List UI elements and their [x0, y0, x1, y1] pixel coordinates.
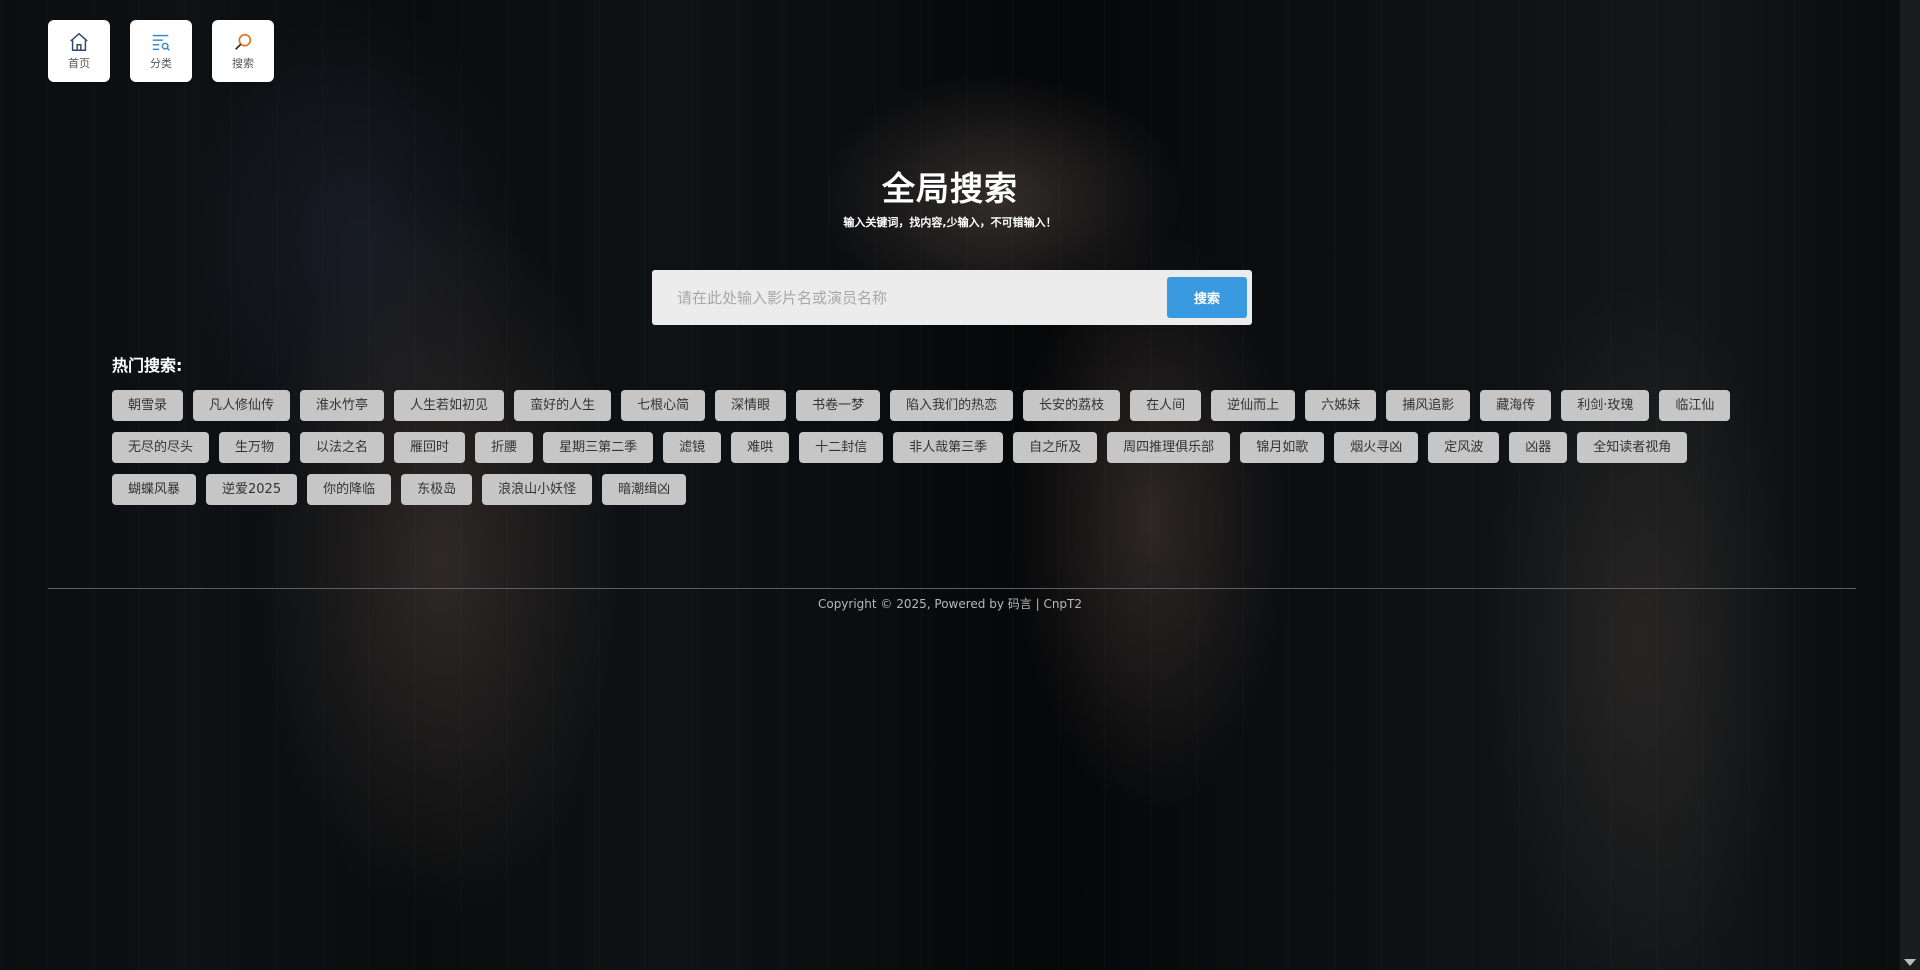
hot-search-tag[interactable]: 蝴蝶风暴 — [112, 474, 197, 505]
hot-search-tag[interactable]: 淮水竹亭 — [300, 390, 385, 421]
hot-search-tag[interactable]: 星期三第二季 — [543, 432, 654, 463]
hot-search-tag[interactable]: 深情眼 — [715, 390, 787, 421]
hot-search-tag[interactable]: 捕风追影 — [1386, 390, 1471, 421]
hot-search-tag[interactable]: 锦月如歌 — [1240, 432, 1325, 463]
hot-search-tag[interactable]: 暗潮缉凶 — [602, 474, 687, 505]
hot-search-tag[interactable]: 在人间 — [1130, 390, 1202, 421]
hot-search-tags: 朝雪录 凡人修仙传 淮水竹亭 人生若如初见 蛮好的人生 七根心简 深情眼 书卷一梦 陷入我们的热… — [112, 390, 1752, 505]
nav-home-label: 首页 — [68, 57, 90, 70]
top-nav: 首页 分类 搜索 — [48, 20, 274, 82]
scroll-down-arrow-icon[interactable] — [1904, 959, 1916, 966]
nav-search-button[interactable]: 搜索 — [212, 20, 274, 82]
hot-search-tag[interactable]: 七根心简 — [621, 390, 706, 421]
hot-search-tag[interactable]: 难哄 — [731, 432, 790, 463]
hot-search-tag[interactable]: 临江仙 — [1659, 390, 1731, 421]
hot-search-tag[interactable]: 十二封信 — [799, 432, 884, 463]
hot-search-tag[interactable]: 朝雪录 — [112, 390, 184, 421]
hot-search-tag[interactable]: 人生若如初见 — [394, 390, 505, 421]
hot-search-tag[interactable]: 六姊妹 — [1305, 390, 1377, 421]
hot-search-tag[interactable]: 逆爱2025 — [206, 474, 298, 505]
hot-search-tag[interactable]: 非人哉第三季 — [893, 432, 1004, 463]
nav-category-label: 分类 — [150, 57, 172, 70]
hot-search-tag[interactable]: 折腰 — [475, 432, 534, 463]
hot-search-tag[interactable]: 雁回时 — [394, 432, 466, 463]
hot-search-tag[interactable]: 以法之名 — [300, 432, 385, 463]
hot-search-tag[interactable]: 定风波 — [1428, 432, 1500, 463]
hot-search-tag[interactable]: 自之所及 — [1013, 432, 1098, 463]
hot-search-tag[interactable]: 凶器 — [1509, 432, 1568, 463]
search-box: 搜索 — [652, 270, 1252, 325]
search-input[interactable] — [652, 270, 1152, 325]
hot-search-tag[interactable]: 逆仙而上 — [1211, 390, 1296, 421]
hot-search-tag[interactable]: 你的降临 — [307, 474, 392, 505]
home-icon — [70, 32, 88, 51]
scrollbar[interactable] — [1900, 0, 1920, 970]
copyright-text: Copyright © 2025, Powered by 码言 | CnpT2 — [817, 597, 1083, 611]
hot-search-tag[interactable]: 长安的荔枝 — [1023, 390, 1121, 421]
hot-search-tag[interactable]: 滤镜 — [663, 432, 722, 463]
hot-search-tag[interactable]: 无尽的尽头 — [112, 432, 210, 463]
hot-search-tag[interactable]: 凡人修仙传 — [193, 390, 291, 421]
hot-search-tag[interactable]: 东极岛 — [401, 474, 473, 505]
footer-divider — [48, 588, 1856, 589]
nav-search-label: 搜索 — [232, 57, 254, 70]
hot-search-tag[interactable]: 陷入我们的热恋 — [890, 390, 1014, 421]
hot-search-tag[interactable]: 蛮好的人生 — [514, 390, 612, 421]
nav-category-button[interactable]: 分类 — [130, 20, 192, 82]
search-button[interactable]: 搜索 — [1167, 277, 1247, 318]
page-title: 全局搜索 — [882, 169, 1018, 208]
nav-home-button[interactable]: 首页 — [48, 20, 110, 82]
hot-search-tag[interactable]: 周四推理俱乐部 — [1107, 432, 1231, 463]
hot-search-tag[interactable]: 全知读者视角 — [1577, 432, 1688, 463]
hot-search-tag[interactable]: 利剑·玫瑰 — [1561, 390, 1650, 421]
search-icon — [235, 33, 252, 50]
hot-search-tag[interactable]: 烟火寻凶 — [1334, 432, 1419, 463]
page-subtitle: 输入关键词，找内容,少输入，不可错输入！ — [843, 216, 1057, 229]
hot-search-tag[interactable]: 藏海传 — [1480, 390, 1552, 421]
hot-search-tag[interactable]: 书卷一梦 — [796, 390, 881, 421]
category-icon — [152, 34, 170, 51]
hot-search-label: 热门搜索: — [112, 356, 183, 375]
hot-search-tag[interactable]: 浪浪山小妖怪 — [482, 474, 593, 505]
hot-search-tag[interactable]: 生万物 — [219, 432, 291, 463]
